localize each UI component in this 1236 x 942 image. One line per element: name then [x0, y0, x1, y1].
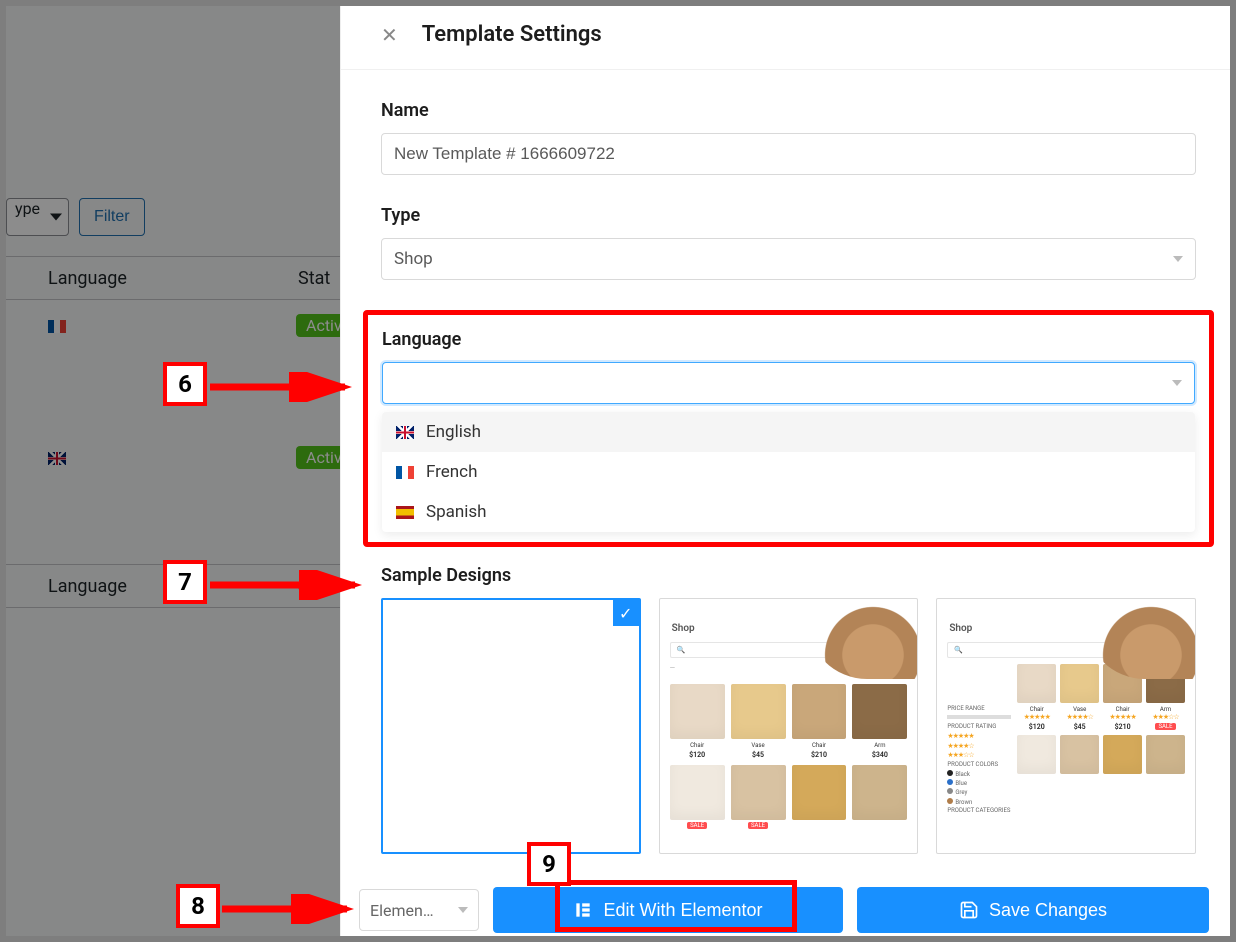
- language-option-spanish[interactable]: Spanish: [382, 492, 1195, 532]
- chevron-down-icon: [1173, 256, 1183, 262]
- save-changes-button[interactable]: Save Changes: [857, 887, 1209, 933]
- bg-type-select[interactable]: ype: [6, 198, 69, 236]
- arrow-icon: [222, 894, 362, 924]
- sample-design-2[interactable]: Shop 🔍▾ —▾ Chair$120 Vase$45 Chair$210 A…: [659, 598, 919, 854]
- check-icon: ✓: [613, 600, 639, 626]
- save-icon: [959, 900, 979, 920]
- flag-fr-icon: [396, 466, 414, 479]
- option-label: French: [426, 462, 477, 482]
- builder-select-value: Elemen…: [370, 901, 434, 920]
- bg-col-language: Language: [48, 576, 127, 597]
- chevron-down-icon: [1172, 380, 1182, 386]
- type-label: Type: [381, 205, 1196, 226]
- background-dimmed-pane: ype Filter Language Stat Activ Activ Lan…: [0, 0, 340, 942]
- chevron-down-icon: [50, 214, 62, 221]
- arrow-icon: [210, 570, 370, 600]
- annotation-marker-9: 9: [527, 842, 571, 886]
- template-settings-panel: ✕ Template Settings Name Type Shop Langu…: [340, 0, 1236, 942]
- annotation-marker-8: 8: [176, 884, 220, 928]
- close-icon[interactable]: ✕: [381, 23, 398, 47]
- sample-designs-label: Sample Designs: [381, 565, 1196, 586]
- flag-es-icon: [396, 506, 414, 519]
- chevron-down-icon: [458, 907, 468, 913]
- option-label: English: [426, 422, 481, 442]
- language-option-english[interactable]: English: [382, 412, 1195, 452]
- modal-header: ✕ Template Settings: [341, 0, 1236, 70]
- type-select[interactable]: Shop: [381, 238, 1196, 280]
- sample-designs-row: ✓ Shop 🔍▾ —▾ Chair$120 Vase$45 Chair$210…: [381, 598, 1196, 854]
- type-select-value: Shop: [394, 249, 433, 269]
- language-highlight-box: Language English French Spanish: [363, 310, 1214, 547]
- builder-select[interactable]: Elemen…: [359, 889, 479, 931]
- save-button-label: Save Changes: [989, 900, 1107, 921]
- modal-footer: Elemen… Edit With Elementor Save Changes: [341, 878, 1236, 942]
- bg-col-status: Stat: [298, 268, 330, 289]
- modal-title: Template Settings: [422, 22, 602, 47]
- language-label: Language: [382, 329, 1195, 350]
- name-label: Name: [381, 100, 1196, 121]
- language-dropdown: English French Spanish: [382, 412, 1195, 532]
- flag-uk-icon: [48, 452, 66, 465]
- arrow-icon: [210, 372, 360, 402]
- edit-button-label: Edit With Elementor: [603, 900, 762, 921]
- language-select[interactable]: [382, 362, 1195, 404]
- option-label: Spanish: [426, 502, 487, 522]
- language-option-french[interactable]: French: [382, 452, 1195, 492]
- modal-body: Name Type Shop Language English French: [341, 70, 1236, 854]
- sample-design-3[interactable]: Shop 🔍▾ PRICE RANGE PRODUCT RATING ★★★★★…: [936, 598, 1196, 854]
- name-input[interactable]: [381, 133, 1196, 175]
- annotation-marker-6: 6: [163, 362, 207, 406]
- bg-type-select-value: ype: [15, 199, 40, 218]
- bg-col-language: Language: [48, 268, 127, 289]
- bg-filter-button[interactable]: Filter: [79, 198, 145, 236]
- edit-with-elementor-button[interactable]: Edit With Elementor: [493, 887, 843, 933]
- elementor-icon: [573, 900, 593, 920]
- flag-uk-icon: [396, 426, 414, 439]
- flag-fr-icon: [48, 320, 66, 333]
- sample-design-blank[interactable]: ✓: [381, 598, 641, 854]
- annotation-marker-7: 7: [163, 560, 207, 604]
